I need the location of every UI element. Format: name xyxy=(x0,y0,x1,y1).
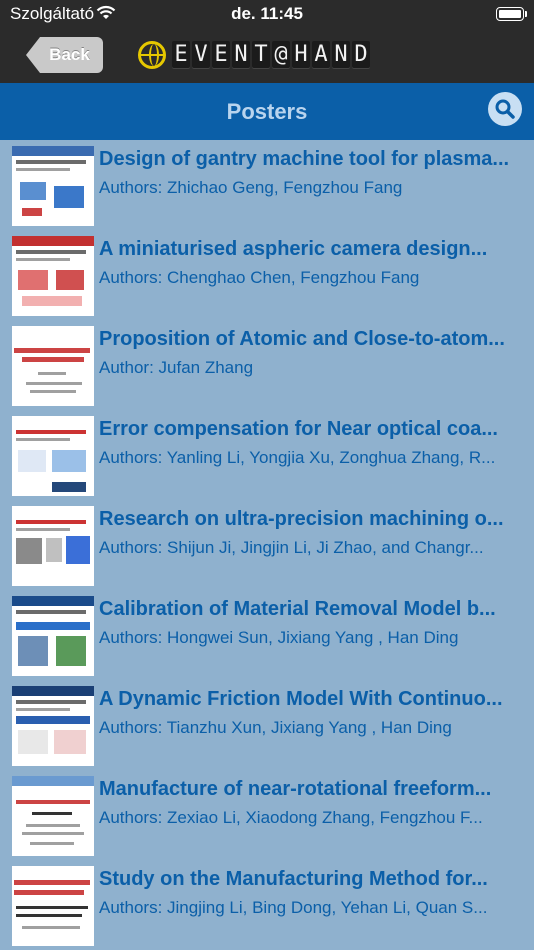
poster-authors: Author: Jufan Zhang xyxy=(99,358,254,377)
logo-letter: H xyxy=(292,41,310,69)
poster-title: Design of gantry machine tool for plasma… xyxy=(99,148,510,170)
logo-letter: N xyxy=(332,41,350,69)
poster-title: A Dynamic Friction Model With Continuo..… xyxy=(99,688,503,710)
poster-thumbnail xyxy=(12,326,94,406)
poster-thumbnail xyxy=(12,686,94,766)
poster-authors: Authors: Zexiao Li, Xiaodong Zhang, Feng… xyxy=(99,808,483,827)
list-item[interactable]: Proposition of Atomic and Close-to-atom.… xyxy=(0,320,534,410)
poster-title: Manufacture of near-rotational freeform.… xyxy=(99,778,492,800)
logo-letter: E xyxy=(212,41,230,69)
list-item[interactable]: Research on ultra-precision machining o.… xyxy=(0,500,534,590)
poster-authors: Authors: Zhichao Geng, Fengzhou Fang xyxy=(99,178,403,197)
battery-icon xyxy=(496,7,527,21)
poster-thumbnail xyxy=(12,146,94,226)
logo-letters: E V E N T @ H A N D xyxy=(172,41,370,69)
poster-authors: Authors: Jingjing Li, Bing Dong, Yehan L… xyxy=(99,898,488,917)
back-button[interactable]: Back xyxy=(26,37,103,73)
poster-authors: Authors: Chenghao Chen, Fengzhou Fang xyxy=(99,268,420,287)
back-button-label: Back xyxy=(49,45,90,64)
poster-thumbnail xyxy=(12,506,94,586)
logo-letter: D xyxy=(352,41,370,69)
page-title: Posters xyxy=(226,99,308,124)
poster-title: A miniaturised aspheric camera design... xyxy=(99,238,488,260)
poster-authors: Authors: Tianzhu Xun, Jixiang Yang , Han… xyxy=(99,718,452,737)
poster-thumbnail xyxy=(12,236,94,316)
poster-title: Calibration of Material Removal Model b.… xyxy=(99,598,496,620)
globe-icon xyxy=(138,41,166,69)
list-item[interactable]: Study on the Manufacturing Method for...… xyxy=(0,860,534,950)
app-logo: E V E N T @ H A N D xyxy=(138,40,370,70)
top-bar: Szolgáltató de. 11:45 Back E V E N T @ H A N D xyxy=(0,0,534,83)
poster-thumbnail xyxy=(12,776,94,856)
poster-authors: Authors: Yanling Li, Yongjia Xu, Zonghua… xyxy=(99,448,496,467)
poster-thumbnail xyxy=(12,416,94,496)
list-item[interactable]: Manufacture of near-rotational freeform.… xyxy=(0,770,534,860)
logo-letter: T xyxy=(252,41,270,69)
poster-title: Study on the Manufacturing Method for... xyxy=(99,868,488,890)
list-item[interactable]: Error compensation for Near optical coa.… xyxy=(0,410,534,500)
search-button[interactable] xyxy=(488,92,522,126)
poster-title: Research on ultra-precision machining o.… xyxy=(99,508,504,530)
status-bar: Szolgáltató de. 11:45 xyxy=(0,0,534,28)
list-item[interactable]: A Dynamic Friction Model With Continuo..… xyxy=(0,680,534,770)
logo-letter: E xyxy=(172,41,190,69)
logo-letter: N xyxy=(232,41,250,69)
poster-authors: Authors: Shijun Ji, Jingjin Li, Ji Zhao,… xyxy=(99,538,484,557)
poster-title: Proposition of Atomic and Close-to-atom.… xyxy=(99,328,505,350)
logo-letter: @ xyxy=(272,41,290,69)
list-item[interactable]: Calibration of Material Removal Model b.… xyxy=(0,590,534,680)
poster-list: Design of gantry machine tool for plasma… xyxy=(0,140,534,950)
logo-letter: V xyxy=(192,41,210,69)
poster-authors: Authors: Hongwei Sun, Jixiang Yang , Han… xyxy=(99,628,459,647)
clock-label: de. 11:45 xyxy=(231,4,303,23)
list-item[interactable]: Design of gantry machine tool for plasma… xyxy=(0,140,534,230)
poster-thumbnail xyxy=(12,866,94,946)
search-icon xyxy=(495,99,515,119)
logo-letter: A xyxy=(312,41,330,69)
poster-title: Error compensation for Near optical coa.… xyxy=(99,418,498,440)
section-header: Posters xyxy=(0,83,534,140)
poster-thumbnail xyxy=(12,596,94,676)
list-item[interactable]: A miniaturised aspheric camera design...… xyxy=(0,230,534,320)
